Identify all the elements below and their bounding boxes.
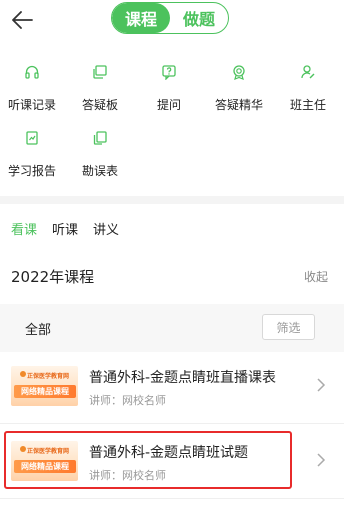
course-item[interactable]: 正保医学教育网 网络精品课程 普通外科-金题点睛班直播课表 讲师：网校名师 (0, 357, 344, 415)
grid-label: 听课记录 (7, 98, 56, 112)
grid-item-qa-board[interactable]: 答疑板 (64, 64, 136, 116)
collapse-button[interactable]: 收起 (304, 268, 328, 285)
course-title: 普通外科-金题点睛班直播课表 (89, 370, 277, 386)
section-divider (0, 196, 344, 204)
headphones-icon (25, 65, 39, 79)
segment-course[interactable]: 课程 (112, 3, 170, 33)
tab-handout[interactable]: 讲义 (93, 219, 119, 238)
filter-button[interactable]: 筛选 (262, 314, 315, 340)
segment-exercise[interactable]: 做题 (170, 3, 228, 33)
grid-item-listen-record[interactable]: 听课记录 (0, 64, 68, 116)
course-thumbnail: 正保医学教育网 网络精品课程 (11, 366, 78, 406)
grid-item-study-report[interactable]: 学习报告 (0, 130, 68, 182)
thumb-ribbon: 网络精品课程 (14, 385, 76, 398)
badge-icon (233, 65, 245, 80)
user-edit-icon (301, 65, 315, 79)
grid-item-ask[interactable]: 提问 (133, 64, 205, 116)
stacked-cards-icon (93, 65, 107, 79)
list-separator (0, 423, 344, 424)
back-button[interactable] (8, 6, 36, 34)
chevron-right-icon (317, 453, 326, 467)
copy-icon (93, 131, 107, 145)
grid-label: 答疑精华 (214, 98, 263, 112)
selection-highlight (4, 431, 292, 489)
section-title: 2022年课程 (11, 268, 95, 286)
filter-all-label[interactable]: 全部 (25, 319, 51, 338)
question-box-icon (162, 65, 176, 80)
list-separator (0, 498, 344, 499)
report-icon (26, 131, 38, 145)
tab-listen[interactable]: 听课 (52, 219, 78, 238)
grid-item-qa-essence[interactable]: 答疑精华 (203, 64, 275, 116)
grid-label: 答疑板 (81, 98, 118, 112)
course-teacher: 讲师：网校名师 (89, 394, 166, 407)
course-exercise-toggle[interactable]: 课程 做题 (111, 2, 229, 34)
grid-label: 班主任 (289, 98, 326, 112)
tab-watch[interactable]: 看课 (11, 219, 37, 238)
grid-item-head-teacher[interactable]: 班主任 (272, 64, 344, 116)
brand-logo-icon (20, 371, 26, 377)
grid-label: 学习报告 (7, 164, 56, 178)
thumb-logo: 正保医学教育网 (27, 373, 70, 380)
grid-item-errata[interactable]: 勘误表 (64, 130, 136, 182)
chevron-right-icon (317, 378, 326, 392)
grid-label: 提问 (156, 98, 181, 112)
arrow-left-icon (12, 11, 33, 29)
grid-label: 勘误表 (81, 164, 118, 178)
